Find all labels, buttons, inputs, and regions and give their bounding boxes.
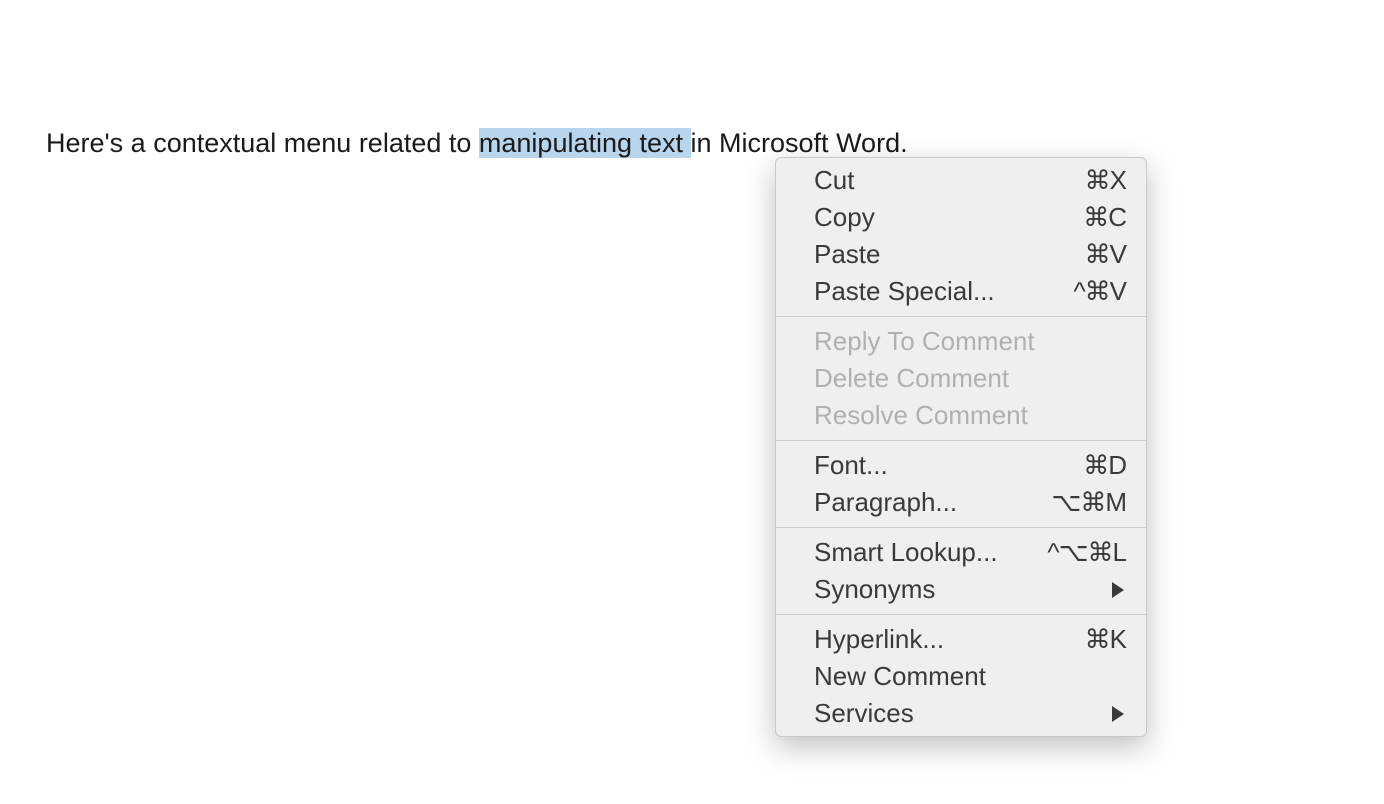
text-after-selection: in Microsoft Word. (691, 128, 908, 158)
menu-label: Paragraph... (814, 487, 1051, 518)
menu-label: Paste Special... (814, 276, 1073, 307)
submenu-arrow-icon (1112, 582, 1124, 598)
menu-item-resolve-comment: Resolve Comment (776, 397, 1146, 434)
menu-separator (776, 316, 1146, 317)
menu-label: Hyperlink... (814, 624, 1085, 655)
menu-label: Paste (814, 239, 1085, 270)
menu-item-paste-special[interactable]: Paste Special... ^⌘V (776, 273, 1146, 310)
menu-item-paste[interactable]: Paste ⌘V (776, 236, 1146, 273)
menu-item-synonyms[interactable]: Synonyms (776, 571, 1146, 608)
menu-label: Copy (814, 202, 1083, 233)
menu-label: Services (814, 698, 1112, 729)
menu-separator (776, 614, 1146, 615)
menu-item-new-comment[interactable]: New Comment (776, 658, 1146, 695)
document-text: Here's a contextual menu related to mani… (46, 128, 908, 159)
menu-shortcut: ⌘X (1085, 165, 1126, 196)
menu-shortcut: ⌘D (1083, 450, 1126, 481)
menu-shortcut: ⌘C (1083, 202, 1126, 233)
menu-item-services[interactable]: Services (776, 695, 1146, 732)
menu-label: Font... (814, 450, 1083, 481)
menu-item-hyperlink[interactable]: Hyperlink... ⌘K (776, 621, 1146, 658)
menu-item-cut[interactable]: Cut ⌘X (776, 162, 1146, 199)
menu-item-paragraph[interactable]: Paragraph... ⌥⌘M (776, 484, 1146, 521)
menu-item-copy[interactable]: Copy ⌘C (776, 199, 1146, 236)
menu-label: Reply To Comment (814, 326, 1126, 357)
menu-label: Cut (814, 165, 1085, 196)
submenu-arrow-icon (1112, 706, 1124, 722)
menu-separator (776, 440, 1146, 441)
menu-separator (776, 527, 1146, 528)
menu-shortcut: ⌘V (1085, 239, 1126, 270)
menu-shortcut: ^⌘V (1073, 276, 1126, 307)
menu-label: Delete Comment (814, 363, 1126, 394)
menu-item-delete-comment: Delete Comment (776, 360, 1146, 397)
menu-label: New Comment (814, 661, 1126, 692)
menu-label: Smart Lookup... (814, 537, 1047, 568)
menu-label: Synonyms (814, 574, 1112, 605)
context-menu: Cut ⌘X Copy ⌘C Paste ⌘V Paste Special...… (775, 157, 1147, 737)
menu-item-smart-lookup[interactable]: Smart Lookup... ^⌥⌘L (776, 534, 1146, 571)
menu-shortcut: ⌘K (1085, 624, 1126, 655)
menu-item-font[interactable]: Font... ⌘D (776, 447, 1146, 484)
text-before-selection: Here's a contextual menu related to (46, 128, 479, 158)
menu-label: Resolve Comment (814, 400, 1126, 431)
menu-item-reply-comment: Reply To Comment (776, 323, 1146, 360)
text-selection[interactable]: manipulating text (479, 128, 691, 158)
menu-shortcut: ^⌥⌘L (1047, 537, 1126, 568)
menu-shortcut: ⌥⌘M (1051, 487, 1126, 518)
